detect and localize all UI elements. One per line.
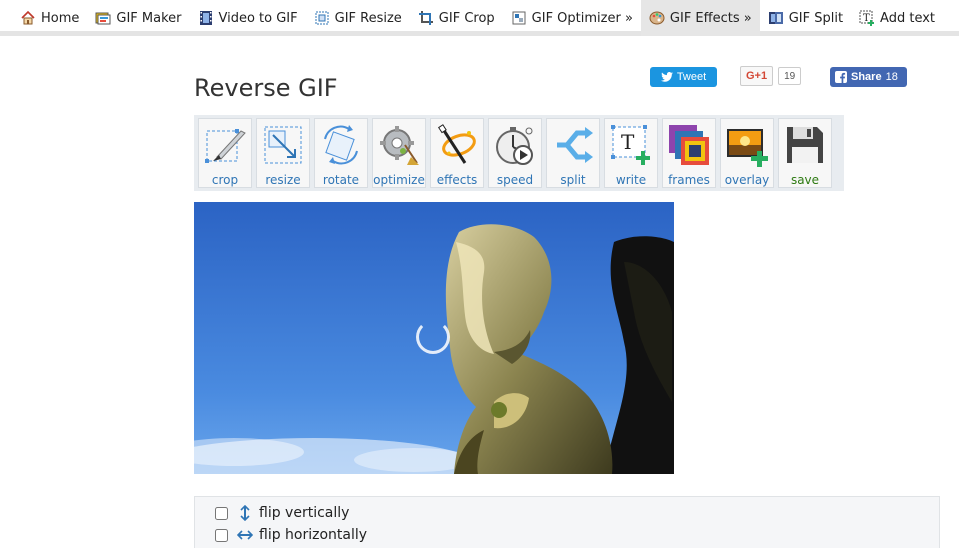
page-title: Reverse GIF [194,74,338,102]
facebook-icon [835,71,847,83]
tool-split-label: split [560,173,586,187]
nav-gif-maker[interactable]: GIF Maker [87,0,189,36]
tool-save[interactable]: save [778,118,832,188]
nav-gif-effects[interactable]: GIF Effects » [640,0,760,36]
nav-video-to-gif-label: Video to GIF [218,10,298,26]
nav-gif-split[interactable]: GIF Split [760,0,851,36]
write-tool-icon: T [608,123,654,167]
nav-gif-resize[interactable]: GIF Resize [306,0,410,36]
tool-crop-label: crop [211,173,239,187]
google-plus-button[interactable]: G+1 [740,66,774,86]
nav-add-text-label: Add text [880,10,936,26]
tool-write-label: write [615,173,647,187]
text-icon: T [859,10,875,26]
flip-vertical-option[interactable]: flip vertically [215,505,349,521]
flip-horizontal-checkbox[interactable] [215,528,228,542]
facebook-share-button[interactable]: Share 18 [830,67,907,87]
resize-icon [314,10,330,26]
svg-text:T: T [621,130,635,154]
tweet-button[interactable]: Tweet [650,67,717,87]
optimize-tool-icon [376,123,422,167]
tool-overlay-label: overlay [724,173,770,187]
home-icon [20,10,36,26]
tool-speed[interactable]: speed [488,118,542,188]
crop-icon [418,10,434,26]
vertical-arrow-icon [237,505,253,521]
crop-tool-icon [202,123,248,167]
nav-gif-optimizer[interactable]: GIF Optimizer » [503,0,641,36]
top-navigation: Home GIF Maker Video to GIF GIF Resize G… [0,0,959,36]
nav-home-label: Home [41,10,80,26]
gif-preview [194,202,674,474]
tool-resize-label: resize [265,173,301,187]
nav-gif-split-label: GIF Split [788,10,844,26]
optimizer-icon [511,10,527,26]
tool-optimize[interactable]: optimize [372,118,426,188]
options-panel: flip vertically flip horizontally [194,496,940,548]
facebook-share-label: Share [851,71,882,83]
flip-horizontal-option[interactable]: flip horizontally [215,527,367,543]
google-plus-count: 19 [778,67,802,85]
tool-frames-label: frames [668,173,710,187]
flip-vertical-label: flip vertically [259,505,350,521]
palette-icon [649,10,665,26]
tool-crop[interactable]: crop [198,118,252,188]
tweet-label: Tweet [676,71,707,83]
split-icon [768,10,784,26]
twitter-bird-icon [660,72,673,82]
split-tool-icon [550,123,596,167]
tool-rotate[interactable]: rotate [314,118,368,188]
tool-speed-label: speed [496,173,534,187]
tool-bar: crop resize rotate optimize effects spee… [194,115,844,191]
nav-gif-crop[interactable]: GIF Crop [410,0,503,36]
save-tool-icon [782,123,828,167]
tool-split[interactable]: split [546,118,600,188]
google-plus-share: G+1 19 [740,66,802,86]
tool-frames[interactable]: frames [662,118,716,188]
tool-save-label: save [790,173,820,187]
tool-write[interactable]: T write [604,118,658,188]
horizontal-arrow-icon [237,530,253,540]
loading-spinner-icon [416,320,450,354]
effects-tool-icon [434,123,480,167]
frames-tool-icon [666,123,712,167]
film-icon [198,10,214,26]
flip-vertical-checkbox[interactable] [215,506,228,520]
flip-horizontal-label: flip horizontally [259,527,368,543]
nav-gif-maker-label: GIF Maker [116,10,182,26]
nav-gif-effects-label: GIF Effects » [669,10,752,26]
nav-gif-crop-label: GIF Crop [438,10,495,26]
nav-add-text[interactable]: T Add text [851,0,943,36]
rotate-tool-icon [318,123,364,167]
resize-tool-icon [260,123,306,167]
facebook-share-count: 18 [885,71,898,83]
tool-resize[interactable]: resize [256,118,310,188]
nav-gif-resize-label: GIF Resize [334,10,402,26]
speed-tool-icon [492,123,538,167]
tool-effects[interactable]: effects [430,118,484,188]
tool-overlay[interactable]: overlay [720,118,774,188]
tool-effects-label: effects [436,173,478,187]
nav-video-to-gif[interactable]: Video to GIF [190,0,306,36]
tool-optimize-label: optimize [373,173,425,187]
overlay-tool-icon [724,123,770,167]
nav-gif-optimizer-label: GIF Optimizer » [531,10,633,26]
tool-rotate-label: rotate [322,173,360,187]
gif-maker-icon [95,10,111,26]
nav-home[interactable]: Home [12,0,87,36]
